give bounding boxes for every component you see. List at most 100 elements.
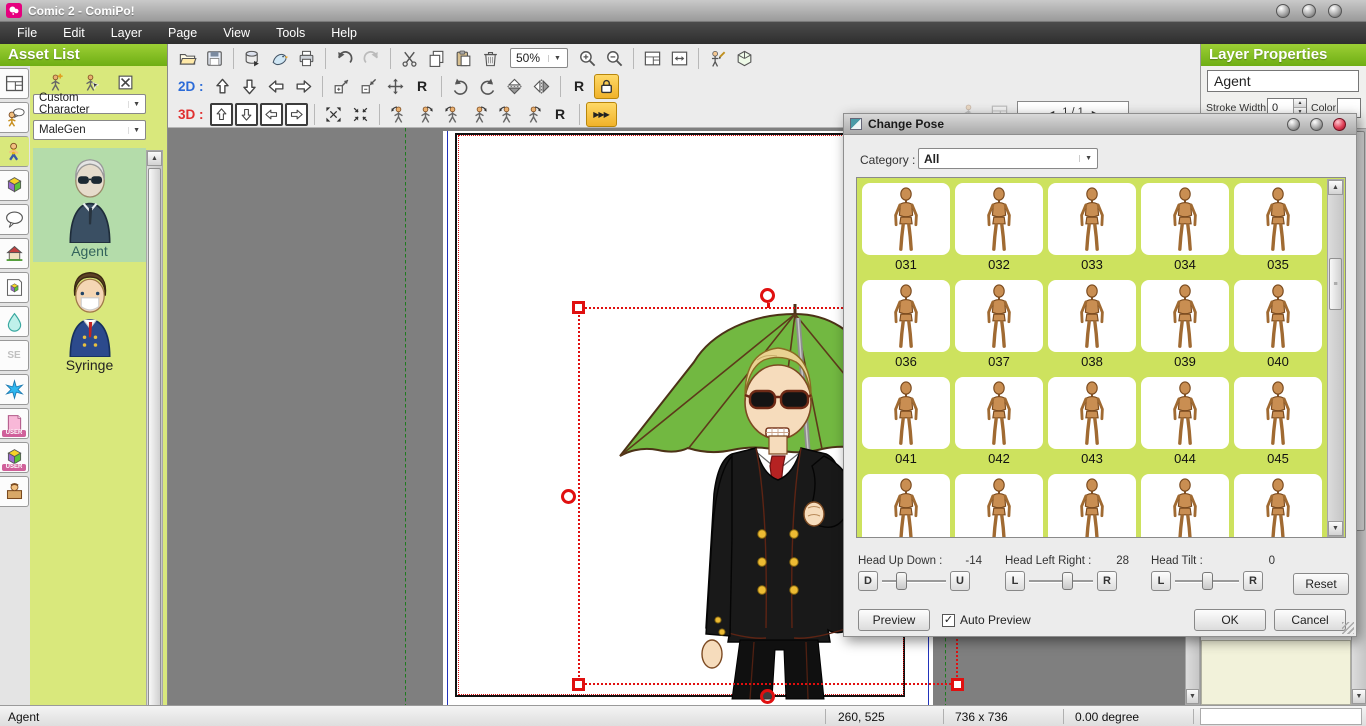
dialog-title-bar[interactable]: Change Pose <box>844 114 1356 135</box>
reset-position-button[interactable]: R <box>567 74 592 99</box>
selection-handle-bottom-right[interactable] <box>951 678 964 691</box>
menu-edit[interactable]: Edit <box>50 23 98 43</box>
head-tilt-increase-button[interactable]: R <box>1243 571 1263 591</box>
menu-layer[interactable]: Layer <box>98 23 155 43</box>
rotate-ccw-button[interactable] <box>448 74 473 99</box>
menu-file[interactable]: File <box>4 23 50 43</box>
scale-down-3d-button[interactable] <box>348 102 373 127</box>
rotation-handle-bottom[interactable] <box>760 689 775 704</box>
selection-handle-top-left[interactable] <box>572 301 585 314</box>
flip-horizontal-button[interactable] <box>529 74 554 99</box>
rotation-handle-top[interactable] <box>760 288 775 303</box>
scrollbar-thumb[interactable] <box>148 168 161 708</box>
pose-grid-scrollbar[interactable]: ▲ ≡ ▼ <box>1327 179 1344 537</box>
lean-body-left-button[interactable] <box>494 102 519 127</box>
menu-help[interactable]: Help <box>318 23 370 43</box>
pose-item[interactable]: 033 <box>1048 183 1136 271</box>
move-right-2d-button[interactable] <box>291 74 316 99</box>
ok-button[interactable]: OK <box>1194 609 1266 631</box>
scroll-down-icon[interactable]: ▼ <box>1328 521 1343 536</box>
dialog-close-button[interactable] <box>1333 118 1346 131</box>
menu-page[interactable]: Page <box>155 23 210 43</box>
pose-item[interactable] <box>862 474 950 538</box>
rotate-body-ccw-button[interactable] <box>386 102 411 127</box>
minimize-button[interactable] <box>1276 4 1290 18</box>
rotate-body-cw-button[interactable] <box>413 102 438 127</box>
head-left-right-decrease-button[interactable]: L <box>1005 571 1025 591</box>
tab-backgrounds[interactable] <box>0 238 29 269</box>
cancel-button[interactable]: Cancel <box>1274 609 1346 631</box>
resize-grip[interactable] <box>1342 622 1354 634</box>
pose-item[interactable]: 039 <box>1141 280 1229 368</box>
tab-sound-effects[interactable]: SE <box>0 340 29 371</box>
pose-item[interactable]: 037 <box>955 280 1043 368</box>
enlarge-2d-button[interactable] <box>329 74 354 99</box>
scroll-down-icon[interactable]: ▼ <box>1186 689 1199 704</box>
print-button[interactable] <box>294 46 319 71</box>
fit-width-button[interactable] <box>667 46 692 71</box>
tab-user-3d[interactable]: USER <box>0 442 29 473</box>
scroll-up-icon[interactable]: ▲ <box>1328 180 1343 195</box>
auto-preview-checkbox[interactable]: ✓ <box>942 614 955 627</box>
tab-effects[interactable] <box>0 306 29 337</box>
move-down-2d-button[interactable] <box>237 74 262 99</box>
reset-3d-button[interactable]: R <box>548 102 573 127</box>
asset-item-agent[interactable]: Agent <box>33 148 146 262</box>
undo-button[interactable] <box>332 46 357 71</box>
open-button[interactable] <box>175 46 200 71</box>
layer-name-field[interactable]: Agent <box>1207 70 1359 92</box>
copy-button[interactable] <box>424 46 449 71</box>
tab-characters[interactable] <box>0 136 29 167</box>
paste-button[interactable] <box>451 46 476 71</box>
head-tilt-decrease-button[interactable]: L <box>1151 571 1171 591</box>
category-select[interactable]: All ▼ <box>918 148 1098 169</box>
flip-vertical-button[interactable] <box>502 74 527 99</box>
pose-item[interactable]: 040 <box>1234 280 1322 368</box>
head-tilt-slider-thumb[interactable] <box>1202 572 1213 590</box>
head-left-right-slider[interactable] <box>1029 571 1093 591</box>
quick-action-button[interactable]: ▶▶▶ <box>586 102 617 127</box>
dialog-maximize-button[interactable] <box>1310 118 1323 131</box>
head-up-down-decrease-button[interactable]: D <box>858 571 878 591</box>
selection-handle-bottom-left[interactable] <box>572 678 585 691</box>
maximize-button[interactable] <box>1302 4 1316 18</box>
move-right-3d-button[interactable] <box>285 103 308 126</box>
free-move-button[interactable] <box>383 74 408 99</box>
head-up-down-slider[interactable] <box>882 571 946 591</box>
post-button[interactable] <box>267 46 292 71</box>
delete-button[interactable] <box>478 46 503 71</box>
rotate-cw-button[interactable] <box>475 74 500 99</box>
close-button[interactable] <box>1328 4 1342 18</box>
turn-body-left-button[interactable] <box>440 102 465 127</box>
scroll-down-icon[interactable]: ▼ <box>1352 689 1366 704</box>
pose-item[interactable]: 036 <box>862 280 950 368</box>
pose-item[interactable]: 031 <box>862 183 950 271</box>
menu-view[interactable]: View <box>210 23 263 43</box>
tab-items[interactable] <box>0 272 29 303</box>
move-up-3d-button[interactable] <box>210 103 233 126</box>
menu-tools[interactable]: Tools <box>263 23 318 43</box>
pose-tool-button[interactable] <box>705 46 730 71</box>
pose-item[interactable]: 043 <box>1048 377 1136 465</box>
shrink-2d-button[interactable] <box>356 74 381 99</box>
move-down-3d-button[interactable] <box>235 103 258 126</box>
pose-item[interactable]: 044 <box>1141 377 1229 465</box>
tab-favorites[interactable] <box>0 476 29 507</box>
asset-category-select[interactable]: Custom Character ▼ <box>33 94 146 114</box>
pose-item[interactable] <box>1048 474 1136 538</box>
pose-item[interactable]: 032 <box>955 183 1043 271</box>
material-button[interactable] <box>732 46 757 71</box>
panel-view-button[interactable] <box>640 46 665 71</box>
tab-page-layout[interactable] <box>0 68 29 99</box>
pose-item[interactable] <box>1141 474 1229 538</box>
rotation-handle-left[interactable] <box>561 489 576 504</box>
pose-item[interactable]: 035 <box>1234 183 1322 271</box>
tab-user-images[interactable]: USER <box>0 408 29 439</box>
preview-button[interactable]: Preview <box>858 609 930 631</box>
export-button[interactable] <box>240 46 265 71</box>
head-tilt-slider[interactable] <box>1175 571 1239 591</box>
pose-item[interactable]: 045 <box>1234 377 1322 465</box>
zoom-select[interactable]: 50%▼ <box>510 48 568 68</box>
zoom-out-button[interactable] <box>602 46 627 71</box>
asset-item-syringe[interactable]: Syringe <box>33 262 146 376</box>
